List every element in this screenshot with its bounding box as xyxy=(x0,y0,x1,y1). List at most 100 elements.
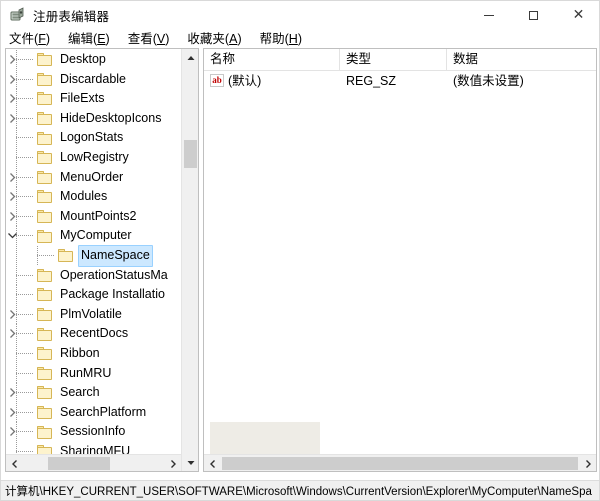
values-column-header: 名称 类型 数据 xyxy=(204,49,596,71)
menu-accel-key: A xyxy=(229,32,238,46)
tree-item-label: MyComputer xyxy=(60,228,132,243)
tree-indent-guides xyxy=(6,441,37,454)
menu-item-2[interactable]: 编辑(E) xyxy=(68,29,110,50)
menu-accel-key: E xyxy=(97,32,106,46)
folder-icon xyxy=(37,72,53,86)
folder-icon xyxy=(37,190,53,204)
tree-indent-guides xyxy=(6,187,37,207)
menu-accel-key: F xyxy=(38,32,46,46)
tree-item-hidedesktopicons[interactable]: HideDesktopIcons xyxy=(6,108,181,129)
tree-item-label: LogonStats xyxy=(60,130,124,145)
maximize-button[interactable] xyxy=(511,1,556,29)
folder-icon xyxy=(37,92,53,106)
tree-guide-line xyxy=(16,137,34,139)
tree-item-mycomputer[interactable]: MyComputer xyxy=(6,226,181,246)
column-header-type[interactable]: 类型 xyxy=(340,49,447,70)
tree-horizontal-scrollbar[interactable] xyxy=(6,454,181,471)
chevron-right-icon[interactable] xyxy=(7,74,18,85)
tree-item-lowregistry[interactable]: LowRegistry xyxy=(6,147,181,168)
chevron-right-icon[interactable] xyxy=(7,211,18,222)
chevron-down-icon[interactable] xyxy=(7,230,18,241)
folder-icon xyxy=(58,249,74,263)
tree-scroll-right-button[interactable] xyxy=(164,455,181,471)
tree-guide-line xyxy=(16,411,34,413)
tree-item-label: OperationStatusMa xyxy=(60,267,168,282)
tree-item-logonstats[interactable]: LogonStats xyxy=(6,128,181,148)
column-header-data[interactable]: 数据 xyxy=(447,49,596,70)
close-button[interactable]: ✕ xyxy=(556,1,599,29)
tree-item-recentdocs[interactable]: RecentDocs xyxy=(6,324,181,344)
tree-scroll-up-button[interactable] xyxy=(182,49,198,66)
value-row[interactable]: ab (默认) REG_SZ (数值未设置) xyxy=(204,71,596,91)
tree-item-label: RunMRU xyxy=(60,365,112,380)
tree-item-menuorder[interactable]: MenuOrder xyxy=(6,167,181,188)
chevron-right-icon[interactable] xyxy=(7,172,18,183)
folder-icon xyxy=(37,268,53,282)
tree-item-sessioninfo[interactable]: SessionInfo xyxy=(6,422,181,442)
tree-item-label: SessionInfo xyxy=(60,424,126,439)
tree-item-modules[interactable]: Modules xyxy=(6,187,181,207)
values-horizontal-scroll-thumb[interactable] xyxy=(222,457,578,470)
minimize-icon xyxy=(483,14,494,16)
folder-icon xyxy=(37,327,53,341)
chevron-right-icon[interactable] xyxy=(7,407,18,418)
chevron-right-icon[interactable] xyxy=(7,328,18,339)
tree-indent-guides xyxy=(6,383,37,403)
menu-item-label: 文件 xyxy=(9,32,35,46)
tree-scroll-down-button[interactable] xyxy=(182,454,198,471)
column-header-name[interactable]: 名称 xyxy=(204,49,340,70)
tree-item-mountpoints2[interactable]: MountPoints2 xyxy=(6,206,181,227)
tree-item-fileexts[interactable]: FileExts xyxy=(6,89,181,109)
tree-item-searchplatform[interactable]: SearchPlatform xyxy=(6,402,181,423)
values-scroll-left-button[interactable] xyxy=(204,455,221,471)
chevron-right-icon[interactable] xyxy=(7,387,18,398)
chevron-right-icon[interactable] xyxy=(7,309,18,320)
tree-item-operationstatusma[interactable]: OperationStatusMa xyxy=(6,265,181,286)
tree-item-ribbon[interactable]: Ribbon xyxy=(6,343,181,364)
tree-horizontal-scroll-thumb[interactable] xyxy=(48,457,110,470)
tree-item-namespace[interactable]: NameSpace xyxy=(6,244,181,267)
tree-guide-line xyxy=(16,78,34,80)
tree-item-desktop[interactable]: Desktop xyxy=(6,50,181,70)
menu-item-label: 查看 xyxy=(127,32,153,46)
tree-item-label: HideDesktopIcons xyxy=(60,110,162,125)
chevron-right-icon[interactable] xyxy=(7,54,18,65)
tree-guide-line xyxy=(37,254,55,256)
chevron-right-icon[interactable] xyxy=(7,191,18,202)
tree-indent-guides xyxy=(6,206,37,227)
tree-item-plmvolatile[interactable]: PlmVolatile xyxy=(6,304,181,325)
tree-vertical-scrollbar[interactable] xyxy=(181,49,198,471)
menu-item-1[interactable]: 文件(F) xyxy=(9,29,50,50)
tree-item-package-installatio[interactable]: Package Installatio xyxy=(6,285,181,305)
minimize-button[interactable] xyxy=(466,1,511,29)
chevron-right-icon[interactable] xyxy=(7,93,18,104)
tree-item-discardable[interactable]: Discardable xyxy=(6,69,181,90)
chevron-right-icon[interactable] xyxy=(7,113,18,124)
tree-indent-guides xyxy=(6,69,37,90)
tree-indent-guides xyxy=(6,304,37,325)
tree-item-label: PlmVolatile xyxy=(60,306,122,321)
tree-guide-line xyxy=(16,235,34,237)
tree-item-label: Search xyxy=(60,385,100,400)
values-horizontal-scrollbar[interactable] xyxy=(204,454,596,471)
tree-item-label: MountPoints2 xyxy=(60,208,137,223)
tree-item-runmru[interactable]: RunMRU xyxy=(6,363,181,384)
menu-item-accelerator: (E) xyxy=(93,32,110,46)
tree-guide-line xyxy=(16,441,17,454)
menu-item-4[interactable]: 收藏夹(A) xyxy=(187,29,241,50)
values-scroll-right-button[interactable] xyxy=(579,455,596,471)
folder-icon xyxy=(37,386,53,400)
menu-item-label: 收藏夹 xyxy=(187,32,225,46)
tree-guide-line xyxy=(16,176,34,178)
menu-item-5[interactable]: 帮助(H) xyxy=(260,29,302,50)
tree-indent-guides xyxy=(6,226,37,246)
menu-item-3[interactable]: 查看(V) xyxy=(128,29,170,50)
tree-item-search[interactable]: Search xyxy=(6,383,181,403)
tree-indent-guides xyxy=(6,245,58,266)
tree-item-sharingmfu[interactable]: SharingMFU xyxy=(6,441,181,454)
tree-guide-line xyxy=(16,274,34,276)
tree-guide-line xyxy=(16,245,17,266)
tree-vertical-scroll-thumb[interactable] xyxy=(184,140,197,168)
chevron-right-icon[interactable] xyxy=(7,426,18,437)
tree-scroll-left-button[interactable] xyxy=(6,455,23,471)
